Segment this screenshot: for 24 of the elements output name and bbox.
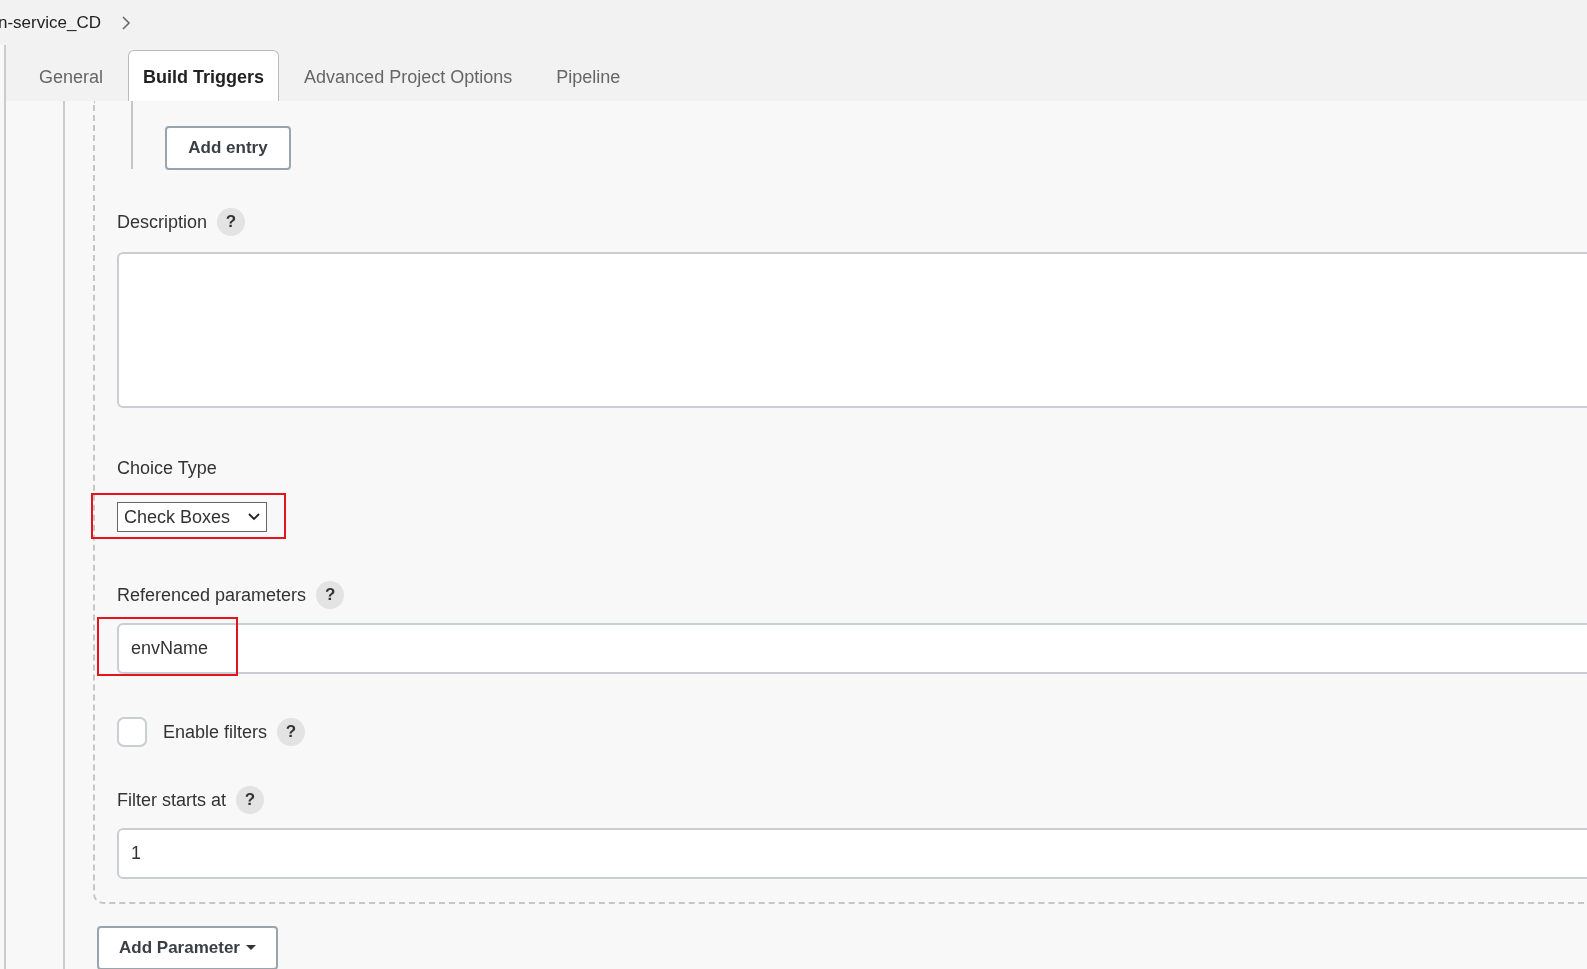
field-label: Description [117, 211, 208, 233]
help-icon[interactable]: ? [277, 718, 306, 746]
field-label: Filter starts at [117, 789, 227, 811]
add-entry-button[interactable]: Add entry [165, 126, 291, 170]
tab[interactable]: Advanced Project Options [285, 50, 532, 101]
text-field[interactable]: 1 [117, 828, 1587, 879]
help-icon[interactable]: ? [236, 786, 265, 814]
help-icon[interactable]: ? [316, 581, 345, 609]
field-label: Referenced parameters [117, 584, 307, 606]
chevron-right-icon [121, 15, 131, 30]
caret-icon [245, 945, 256, 951]
checkbox[interactable] [117, 717, 147, 747]
tab[interactable]: Pipeline [537, 50, 640, 101]
tab[interactable]: General [20, 50, 123, 101]
checkbox-label: Enable filters [163, 721, 268, 743]
description-field[interactable] [117, 252, 1587, 408]
field-label: Choice Type [117, 457, 217, 479]
chevron-down-icon [248, 513, 261, 521]
add-parameter-button[interactable]: Add Parameter [97, 926, 278, 969]
tab[interactable]: Build Triggers [128, 50, 280, 101]
choice-type-dropdown[interactable]: Check Boxes [117, 502, 267, 532]
text-field[interactable]: envName [117, 623, 1587, 674]
help-icon[interactable]: ? [217, 208, 246, 236]
breadcrumb-link[interactable]: n-service_CD [0, 12, 101, 33]
